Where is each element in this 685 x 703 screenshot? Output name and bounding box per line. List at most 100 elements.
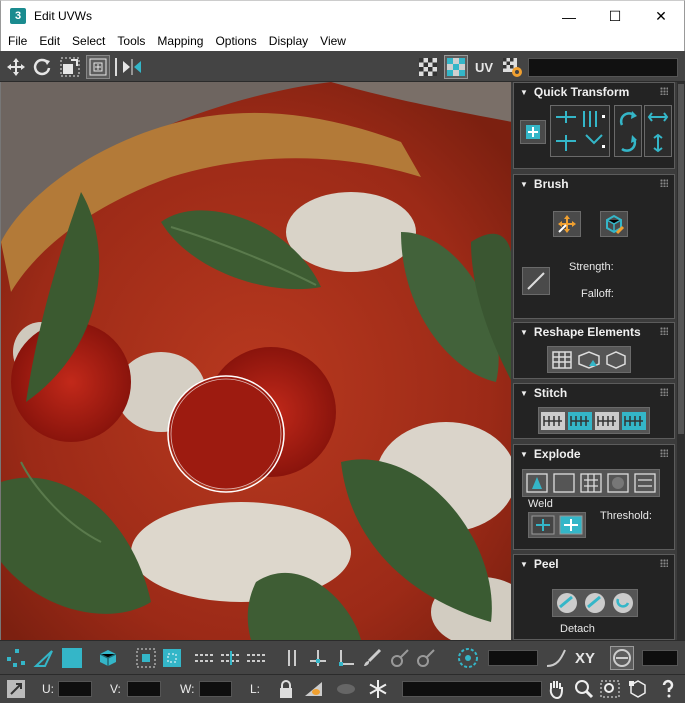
stitch-buttons[interactable] (538, 407, 650, 434)
select-vertex-icon[interactable] (4, 646, 28, 670)
minimize-button[interactable]: — (546, 1, 592, 32)
rollout-header[interactable]: ▼ Quick Transform (514, 83, 674, 101)
shrink-selection-icon[interactable] (160, 646, 184, 670)
relax-brush-button[interactable] (600, 211, 628, 237)
absolute-offset-icon[interactable] (4, 677, 28, 701)
falloff-curve-button[interactable] (522, 267, 550, 295)
w-label: W: (180, 682, 195, 696)
lasso-tool-icon[interactable] (388, 646, 412, 670)
rollout-title-quick-transform: Quick Transform (533, 85, 630, 99)
rotate-buttons[interactable] (614, 105, 642, 157)
freeze-icon[interactable] (366, 677, 390, 701)
zoom-icon[interactable] (572, 677, 596, 701)
freeform-icon[interactable] (86, 55, 110, 79)
limit-selection-icon[interactable] (610, 646, 634, 670)
panel-scrollbar[interactable] (677, 82, 685, 640)
soft-selection-icon[interactable] (456, 646, 480, 670)
rollout-header[interactable]: ▼ Reshape Elements (514, 323, 674, 341)
rollout-header[interactable]: ▼ Peel (514, 555, 674, 573)
select-element-icon[interactable] (96, 646, 120, 670)
soft-selection-value-field[interactable] (488, 650, 538, 666)
drag-grip-icon[interactable] (660, 179, 668, 187)
menu-display[interactable]: Display (262, 34, 313, 48)
unhide-icon[interactable] (334, 677, 358, 701)
menu-tools[interactable]: Tools (110, 34, 150, 48)
collapse-arrow-icon[interactable]: ▼ (520, 450, 528, 459)
rollout-header[interactable]: ▼ Brush (514, 175, 674, 193)
falloff-label: Falloff: (581, 288, 614, 300)
weld-label: Weld (528, 498, 553, 510)
help-icon[interactable] (656, 677, 680, 701)
collapse-arrow-icon[interactable]: ▼ (520, 328, 528, 337)
paint-move-button[interactable] (553, 211, 581, 237)
collapse-arrow-icon[interactable]: ▼ (520, 560, 528, 569)
menu-edit[interactable]: Edit (32, 34, 65, 48)
texture-dropdown[interactable] (528, 58, 678, 77)
texture-toggle-icon[interactable] (444, 55, 468, 79)
zoom-extents-icon[interactable] (626, 677, 650, 701)
flip-buttons[interactable] (644, 105, 672, 157)
rollout-title-stitch: Stitch (533, 386, 568, 400)
point-to-point-icon[interactable] (334, 646, 358, 670)
xy-toggle[interactable]: XY (572, 646, 598, 670)
collapse-arrow-icon[interactable]: ▼ (520, 389, 528, 398)
loop-ring-icons[interactable] (192, 646, 272, 670)
v-value-field[interactable] (127, 681, 161, 697)
weld-buttons[interactable] (528, 512, 586, 538)
drag-grip-icon[interactable] (660, 559, 668, 567)
rotate-icon[interactable] (30, 55, 54, 79)
pan-hand-icon[interactable] (544, 677, 568, 701)
v-label: V: (110, 682, 121, 696)
checker-icon[interactable] (416, 55, 440, 79)
drag-grip-icon[interactable] (660, 449, 668, 457)
uv-viewport[interactable] (0, 82, 511, 640)
uv-dropdown-icon[interactable]: UV (472, 55, 496, 79)
select-edge-icon[interactable] (32, 646, 56, 670)
scrollbar-thumb[interactable] (678, 84, 684, 434)
hide-icon[interactable] (302, 677, 326, 701)
align-buttons-grid[interactable] (550, 105, 610, 157)
w-value-field[interactable] (199, 681, 232, 697)
close-button[interactable]: ✕ (638, 1, 684, 32)
menu-options[interactable]: Options (208, 34, 261, 48)
drag-grip-icon[interactable] (660, 87, 668, 95)
limit-value-field[interactable] (642, 650, 678, 666)
rollout-brush: ▼ Brush Strength: Falloff: (513, 174, 675, 319)
collapse-arrow-icon[interactable]: ▼ (520, 88, 528, 97)
grow-selection-icon[interactable] (134, 646, 158, 670)
selection-filter-field[interactable] (402, 681, 542, 697)
explode-buttons[interactable] (522, 469, 660, 497)
reshape-buttons[interactable] (547, 346, 631, 373)
menu-mapping[interactable]: Mapping (150, 34, 208, 48)
drag-grip-icon[interactable] (660, 388, 668, 396)
menu-file[interactable]: File (1, 34, 32, 48)
edge-ring-icon[interactable] (280, 646, 304, 670)
falloff-type-icon[interactable] (544, 646, 568, 670)
rollout-header[interactable]: ▼ Stitch (514, 384, 674, 402)
move-icon[interactable] (4, 55, 28, 79)
lasso-tool-2-icon[interactable] (414, 646, 438, 670)
lock-icon[interactable] (274, 677, 298, 701)
set-pivot-button[interactable] (520, 120, 546, 144)
app-logo-icon: 3 (10, 8, 26, 24)
rollout-peel: ▼ Peel Detach (513, 554, 675, 640)
scale-icon[interactable] (58, 55, 82, 79)
settings-icon[interactable] (500, 55, 524, 79)
title-bar: 3 Edit UVWs — ☐ ✕ (0, 0, 685, 31)
rollout-header[interactable]: ▼ Explode (514, 445, 674, 463)
menu-select[interactable]: Select (65, 34, 110, 48)
u-value-field[interactable] (58, 681, 92, 697)
select-face-icon[interactable] (60, 646, 84, 670)
collapse-arrow-icon[interactable]: ▼ (520, 180, 528, 189)
paint-brush-icon[interactable] (360, 646, 384, 670)
menu-view[interactable]: View (313, 34, 351, 48)
peel-buttons[interactable] (552, 589, 638, 617)
rollout-explode: ▼ Explode Weld Threshold: (513, 444, 675, 550)
threshold-label: Threshold: (600, 510, 652, 522)
paint-select-icon[interactable] (306, 646, 330, 670)
mirror-icon[interactable] (120, 55, 144, 79)
drag-grip-icon[interactable] (660, 327, 668, 335)
rollout-title-explode: Explode (533, 447, 581, 461)
maximize-button[interactable]: ☐ (592, 1, 638, 32)
zoom-region-icon[interactable] (598, 677, 622, 701)
